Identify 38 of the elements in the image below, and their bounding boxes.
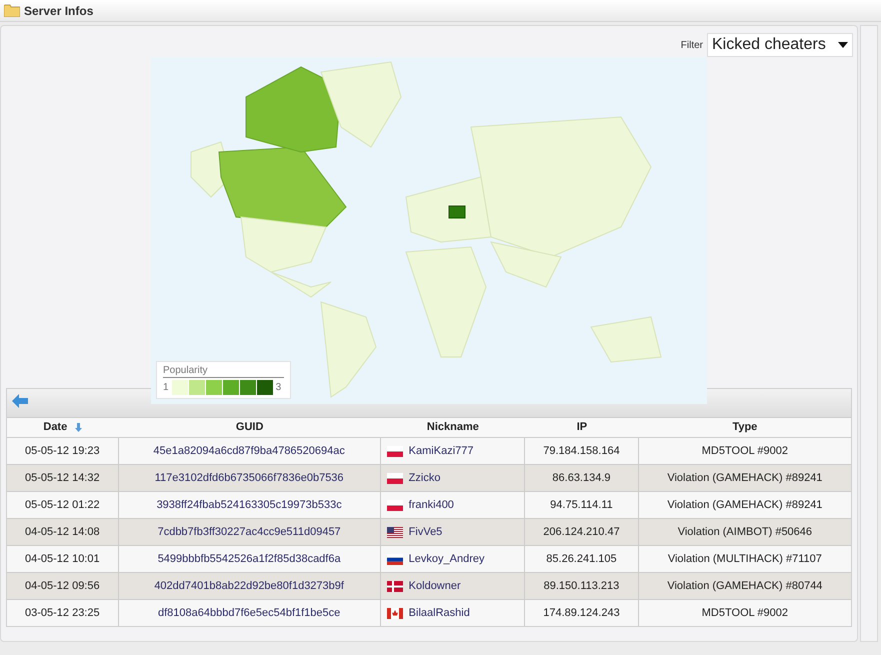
flag-icon [386,526,403,538]
table-cell-text: Violation (GAMEHACK) #89241 [666,498,824,513]
flag-icon [386,554,403,564]
panel-title: Server Infos [24,2,94,20]
column-header[interactable]: GUID [118,418,381,437]
column-header[interactable]: IP [525,418,639,437]
filter-label: Filter [680,38,703,52]
table-cell-text: Violation (AIMBOT) #50646 [676,524,814,540]
table-cell-text: Violation (GAMEHACK) #89241 [666,470,824,486]
flag-icon [386,608,403,618]
flag-icon [386,500,403,510]
flag-icon [386,472,403,484]
nickname-link[interactable]: franki400 [408,496,454,514]
flag-icon [386,446,403,456]
folder-icon [4,4,20,17]
table-cell-text: MD5TOOL #9002 [700,444,789,459]
filter-dropdown[interactable]: Kicked cheaters [707,33,853,57]
nickname-link[interactable]: BilaalRashid [408,604,470,622]
table-cell: 174.89.124.243 [525,600,639,626]
nickname-link[interactable]: KamiKazi777 [408,442,474,460]
nickname-link[interactable]: Levkoy_Andrey [408,550,484,568]
back-arrow-icon[interactable] [12,394,28,408]
table-cell: 03-05-12 23:25 [7,600,119,626]
nickname-link[interactable]: FivVe5 [408,524,442,540]
legend-title: Popularity [163,365,284,378]
legend-max: 3 [276,381,282,395]
table-cell: df8108a64bbbd7f6e5ec54bf1f1be5ce [118,600,381,626]
table-cell-text: Violation (GAMEHACK) #80744 [666,578,824,594]
caret-icon [838,42,848,48]
column-header[interactable]: Nickname [380,418,526,437]
flag-icon [386,580,403,592]
table-cell-text: MD5TOOL #9002 [700,606,789,621]
column-header[interactable]: Date [7,418,119,437]
table-cell-text: Violation (MULTIHACK) #71107 [666,552,823,567]
column-header[interactable]: Type [638,418,851,437]
legend-min: 1 [163,381,169,395]
nickname-link[interactable]: Zzicko [408,470,440,486]
nickname-link[interactable]: Koldowner [408,578,461,594]
